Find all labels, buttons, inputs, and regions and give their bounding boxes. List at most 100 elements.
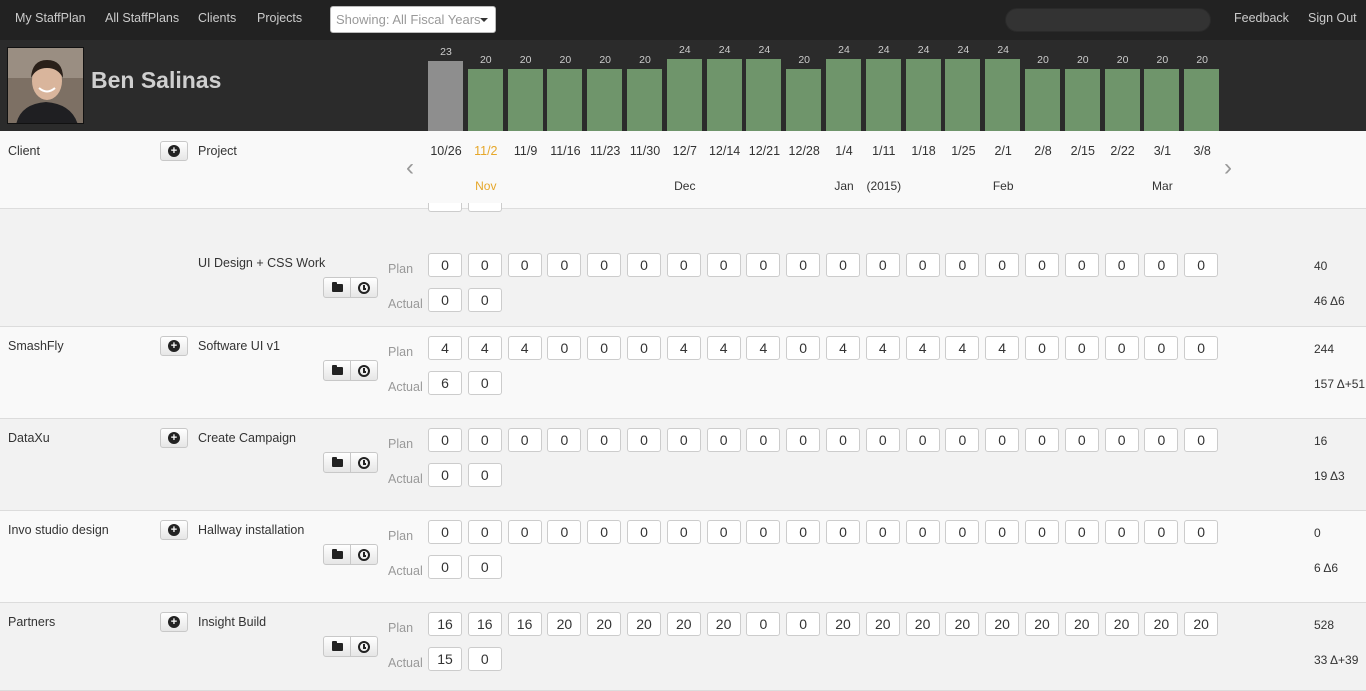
plan-hours-input[interactable]: 20 <box>1064 612 1099 636</box>
plan-hours-input[interactable]: 0 <box>1025 253 1059 277</box>
plan-hours-input[interactable]: 0 <box>507 520 542 544</box>
plan-hours-input[interactable]: 20 <box>1184 612 1219 636</box>
client-name[interactable]: DataXu <box>8 431 50 445</box>
plan-hours-input[interactable]: 0 <box>945 520 980 544</box>
nav-projects[interactable]: Projects <box>257 11 302 25</box>
plan-hours-input[interactable]: 0 <box>666 428 701 452</box>
plan-hours-input[interactable]: 0 <box>507 253 542 277</box>
archive-project-button[interactable] <box>323 636 351 657</box>
add-project-button[interactable]: + <box>160 612 188 632</box>
plan-hours-input[interactable]: 0 <box>1104 336 1139 360</box>
project-name[interactable]: UI Design + CSS Work <box>198 256 325 270</box>
plan-hours-input[interactable]: 0 <box>826 428 860 452</box>
plan-hours-input[interactable]: 4 <box>985 336 1020 360</box>
plan-hours-input[interactable]: 20 <box>985 612 1020 636</box>
plan-hours-input[interactable]: 0 <box>746 253 781 277</box>
plan-hours-input[interactable]: 0 <box>1104 428 1139 452</box>
plan-hours-input[interactable]: 0 <box>985 428 1020 452</box>
plan-hours-input[interactable]: 0 <box>1144 253 1179 277</box>
plan-hours-input[interactable]: 4 <box>666 336 701 360</box>
nav-clients[interactable]: Clients <box>198 11 236 25</box>
add-project-button[interactable]: + <box>160 141 188 161</box>
actual-hours-input[interactable]: 0 <box>428 463 462 487</box>
plan-hours-input[interactable]: 0 <box>985 520 1020 544</box>
plan-hours-input[interactable]: 0 <box>1144 336 1179 360</box>
client-name[interactable]: Partners <box>8 615 55 629</box>
archive-project-button[interactable] <box>323 360 351 381</box>
archive-project-button[interactable] <box>323 544 351 565</box>
actual-hours-input[interactable]: 0 <box>467 288 502 312</box>
nav-all-staffplans[interactable]: All StaffPlans <box>105 11 179 25</box>
project-name[interactable]: Insight Build <box>198 615 266 629</box>
plan-hours-input[interactable]: 4 <box>428 336 462 360</box>
plan-hours-input[interactable]: 0 <box>467 520 502 544</box>
archive-project-button[interactable] <box>323 452 351 473</box>
project-history-button[interactable] <box>350 452 378 473</box>
actual-hours-input[interactable]: 15 <box>428 647 462 671</box>
actual-hours-input[interactable]: 0 <box>467 647 502 671</box>
project-history-button[interactable] <box>350 636 378 657</box>
next-weeks-arrow[interactable]: › <box>1224 156 1232 180</box>
nav-sign-out[interactable]: Sign Out <box>1308 11 1357 25</box>
plan-hours-input[interactable]: 0 <box>627 253 661 277</box>
plan-hours-input[interactable]: 0 <box>1025 428 1059 452</box>
project-history-button[interactable] <box>350 544 378 565</box>
client-name[interactable]: Invo studio design <box>8 523 109 537</box>
plan-hours-input[interactable]: 0 <box>547 520 582 544</box>
archive-project-button[interactable] <box>323 277 351 298</box>
plan-hours-input[interactable]: 20 <box>826 612 860 636</box>
plan-hours-input[interactable]: 0 <box>826 520 860 544</box>
actual-hours-input[interactable]: 0 <box>467 371 502 395</box>
plan-hours-input[interactable]: 0 <box>507 428 542 452</box>
plan-hours-input[interactable]: 0 <box>547 428 582 452</box>
plan-hours-input[interactable]: 0 <box>1064 253 1099 277</box>
plan-hours-input[interactable]: 20 <box>1144 612 1179 636</box>
plan-hours-input[interactable]: 4 <box>945 336 980 360</box>
actual-hours-input[interactable]: 0 <box>428 555 462 579</box>
plan-hours-input[interactable]: 0 <box>1184 253 1219 277</box>
plan-hours-input[interactable]: 0 <box>428 428 462 452</box>
plan-hours-input[interactable]: 16 <box>467 612 502 636</box>
project-history-button[interactable] <box>350 277 378 298</box>
add-project-button[interactable]: + <box>160 336 188 356</box>
project-name[interactable]: Hallway installation <box>198 523 304 537</box>
previous-weeks-arrow[interactable]: ‹ <box>406 156 414 180</box>
plan-hours-input[interactable]: 0 <box>706 253 741 277</box>
plan-hours-input[interactable]: 0 <box>1064 520 1099 544</box>
plan-hours-input[interactable]: 20 <box>627 612 661 636</box>
plan-hours-input[interactable]: 4 <box>905 336 940 360</box>
plan-hours-input[interactable]: 0 <box>627 336 661 360</box>
plan-hours-input[interactable]: 0 <box>985 253 1020 277</box>
project-name[interactable]: Software UI v1 <box>198 339 280 353</box>
plan-hours-input[interactable]: 0 <box>746 612 781 636</box>
project-name[interactable]: Create Campaign <box>198 431 296 445</box>
plan-hours-input[interactable]: 0 <box>587 428 622 452</box>
plan-hours-input[interactable]: 0 <box>905 253 940 277</box>
plan-hours-input[interactable]: 0 <box>1064 336 1099 360</box>
plan-hours-input[interactable]: 0 <box>786 520 821 544</box>
plan-hours-input[interactable]: 0 <box>786 253 821 277</box>
plan-hours-input[interactable]: 20 <box>1104 612 1139 636</box>
plan-hours-input[interactable]: 20 <box>547 612 582 636</box>
fiscal-year-select[interactable]: Showing: All Fiscal Years <box>330 6 496 33</box>
plan-hours-input[interactable]: 0 <box>547 336 582 360</box>
add-project-button[interactable]: + <box>160 520 188 540</box>
actual-hours-input[interactable]: 0 <box>467 555 502 579</box>
plan-hours-input[interactable]: 0 <box>865 253 900 277</box>
plan-hours-input[interactable]: 0 <box>1144 428 1179 452</box>
plan-hours-input[interactable]: 0 <box>547 253 582 277</box>
plan-hours-input[interactable]: 0 <box>428 520 462 544</box>
plan-hours-input[interactable]: 0 <box>666 520 701 544</box>
plan-hours-input[interactable]: 20 <box>865 612 900 636</box>
plan-hours-input[interactable]: 0 <box>467 428 502 452</box>
plan-hours-input[interactable]: 0 <box>666 253 701 277</box>
plan-hours-input[interactable]: 4 <box>706 336 741 360</box>
plan-hours-input[interactable]: 20 <box>666 612 701 636</box>
plan-hours-input[interactable]: 0 <box>1025 520 1059 544</box>
plan-hours-input[interactable]: 4 <box>826 336 860 360</box>
plan-hours-input[interactable]: 0 <box>467 253 502 277</box>
plan-hours-input[interactable]: 20 <box>587 612 622 636</box>
plan-hours-input[interactable]: 20 <box>945 612 980 636</box>
client-name[interactable]: SmashFly <box>8 339 64 353</box>
project-history-button[interactable] <box>350 360 378 381</box>
